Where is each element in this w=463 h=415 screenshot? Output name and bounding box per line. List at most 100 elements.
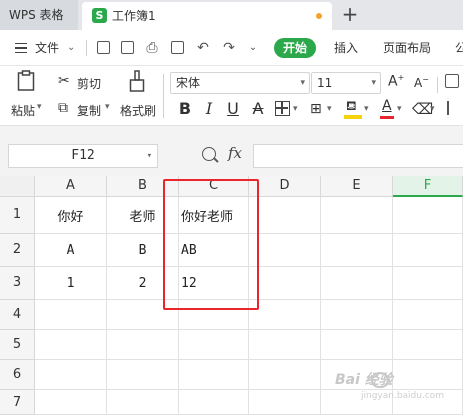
- merge-cells-icon[interactable]: ⊞: [310, 101, 322, 117]
- copy-icon[interactable]: ⧉: [58, 100, 68, 116]
- format-painter-icon[interactable]: [129, 70, 145, 94]
- cell-d5[interactable]: [249, 330, 321, 360]
- border-chevron-icon[interactable]: ▾: [293, 104, 298, 114]
- merge-chevron-icon[interactable]: ▾: [327, 104, 332, 114]
- cell-a4[interactable]: [35, 300, 107, 330]
- paste-chevron-icon[interactable]: ▾: [37, 102, 42, 112]
- align-icon[interactable]: [447, 101, 459, 115]
- clear-chevron-icon[interactable]: ▾: [430, 104, 435, 114]
- font-size-select[interactable]: 11 ▾: [311, 72, 381, 94]
- print-preview-icon[interactable]: [168, 39, 186, 57]
- cell-c4[interactable]: [179, 300, 249, 330]
- cell-b7[interactable]: [107, 390, 179, 415]
- new-tab-plus-icon[interactable]: +: [340, 3, 360, 27]
- print-icon[interactable]: ⎙: [143, 39, 161, 57]
- font-color-chevron-icon[interactable]: ▾: [397, 104, 402, 114]
- row-header-4[interactable]: 4: [0, 300, 35, 330]
- cell-a7[interactable]: [35, 390, 107, 415]
- column-header-a[interactable]: A: [35, 176, 107, 197]
- cell-c7[interactable]: [179, 390, 249, 415]
- cell-c1[interactable]: 你好老师: [179, 197, 249, 234]
- tab-page-layout[interactable]: 页面布局: [383, 30, 431, 66]
- tab-wps-spreadsheet[interactable]: WPS 表格: [0, 0, 78, 30]
- tab-workbook1[interactable]: S 工作簿1: [82, 2, 332, 30]
- cell-c2[interactable]: AB: [179, 234, 249, 267]
- redo-icon[interactable]: ↷: [220, 39, 238, 57]
- tab-insert[interactable]: 插入: [334, 30, 358, 66]
- paste-button[interactable]: 粘贴: [11, 102, 35, 119]
- row-header-5[interactable]: 5: [0, 330, 35, 360]
- more-chevron-icon[interactable]: ⌄: [244, 39, 262, 57]
- row-header-7[interactable]: 7: [0, 390, 35, 415]
- zoom-search-icon[interactable]: [202, 147, 216, 161]
- cell-c5[interactable]: [179, 330, 249, 360]
- copy-chevron-icon[interactable]: ▾: [105, 102, 110, 112]
- strikethrough-icon[interactable]: A: [250, 99, 266, 119]
- chevron-down-icon[interactable]: ▾: [147, 145, 152, 167]
- paste-icon[interactable]: [17, 70, 35, 92]
- undo-icon[interactable]: ↶: [194, 39, 212, 57]
- column-header-c[interactable]: C: [179, 176, 249, 197]
- cell-b4[interactable]: [107, 300, 179, 330]
- hamburger-menu-icon[interactable]: [15, 43, 27, 53]
- column-header-f[interactable]: F: [393, 176, 463, 197]
- cell-a6[interactable]: [35, 360, 107, 390]
- cell-b3[interactable]: 2: [107, 267, 179, 300]
- cell-a5[interactable]: [35, 330, 107, 360]
- cell-d2[interactable]: [249, 234, 321, 267]
- cell-f5[interactable]: [393, 330, 463, 360]
- increase-font-icon[interactable]: A+: [388, 73, 404, 90]
- cell-f3[interactable]: [393, 267, 463, 300]
- tab-formulas[interactable]: 公: [455, 30, 463, 66]
- cell-b6[interactable]: [107, 360, 179, 390]
- format-painter-button[interactable]: 格式刷: [120, 102, 156, 119]
- cell-b5[interactable]: [107, 330, 179, 360]
- row-header-1[interactable]: 1: [0, 197, 35, 234]
- column-header-b[interactable]: B: [107, 176, 179, 197]
- tab-home[interactable]: 开始: [274, 38, 317, 58]
- underline-button[interactable]: U: [226, 99, 240, 119]
- fill-chevron-icon[interactable]: ▾: [364, 104, 369, 114]
- cell-d3[interactable]: [249, 267, 321, 300]
- font-name-select[interactable]: 宋体 ▾: [170, 72, 310, 94]
- cell-f4[interactable]: [393, 300, 463, 330]
- cell-b2[interactable]: B: [107, 234, 179, 267]
- cell-c6[interactable]: [179, 360, 249, 390]
- cell-a1[interactable]: 你好: [35, 197, 107, 234]
- cell-c3[interactable]: 12: [179, 267, 249, 300]
- column-header-d[interactable]: D: [249, 176, 321, 197]
- cell-e2[interactable]: [321, 234, 393, 267]
- cell-d4[interactable]: [249, 300, 321, 330]
- cell-e4[interactable]: [321, 300, 393, 330]
- save-icon[interactable]: [94, 39, 112, 57]
- name-box[interactable]: F12 ▾: [8, 144, 158, 168]
- row-header-2[interactable]: 2: [0, 234, 35, 267]
- cell-a2[interactable]: A: [35, 234, 107, 267]
- cell-a3[interactable]: 1: [35, 267, 107, 300]
- cell-d6[interactable]: [249, 360, 321, 390]
- font-color-icon[interactable]: A: [380, 98, 394, 120]
- formula-input[interactable]: [253, 144, 463, 168]
- fill-color-icon[interactable]: ⛾: [344, 99, 362, 119]
- cell-e5[interactable]: [321, 330, 393, 360]
- scissors-icon[interactable]: ✂: [58, 73, 70, 89]
- border-icon[interactable]: [275, 101, 290, 116]
- copy-button[interactable]: 复制: [77, 102, 101, 119]
- cell-b1[interactable]: 老师: [107, 197, 179, 234]
- cell-d1[interactable]: [249, 197, 321, 234]
- file-menu[interactable]: 文件: [35, 30, 59, 66]
- italic-button[interactable]: I: [203, 99, 215, 119]
- export-icon[interactable]: [118, 39, 136, 57]
- bold-button[interactable]: B: [177, 99, 193, 119]
- decrease-font-icon[interactable]: A−: [414, 75, 429, 90]
- column-header-e[interactable]: E: [321, 176, 393, 197]
- cell-f1[interactable]: [393, 197, 463, 234]
- cell-f2[interactable]: [393, 234, 463, 267]
- chevron-down-icon[interactable]: ⌄: [67, 39, 75, 57]
- row-header-3[interactable]: 3: [0, 267, 35, 300]
- cell-e1[interactable]: [321, 197, 393, 234]
- row-header-6[interactable]: 6: [0, 360, 35, 390]
- cut-button[interactable]: 剪切: [77, 75, 101, 92]
- wrap-text-icon[interactable]: [445, 74, 459, 88]
- cell-e3[interactable]: [321, 267, 393, 300]
